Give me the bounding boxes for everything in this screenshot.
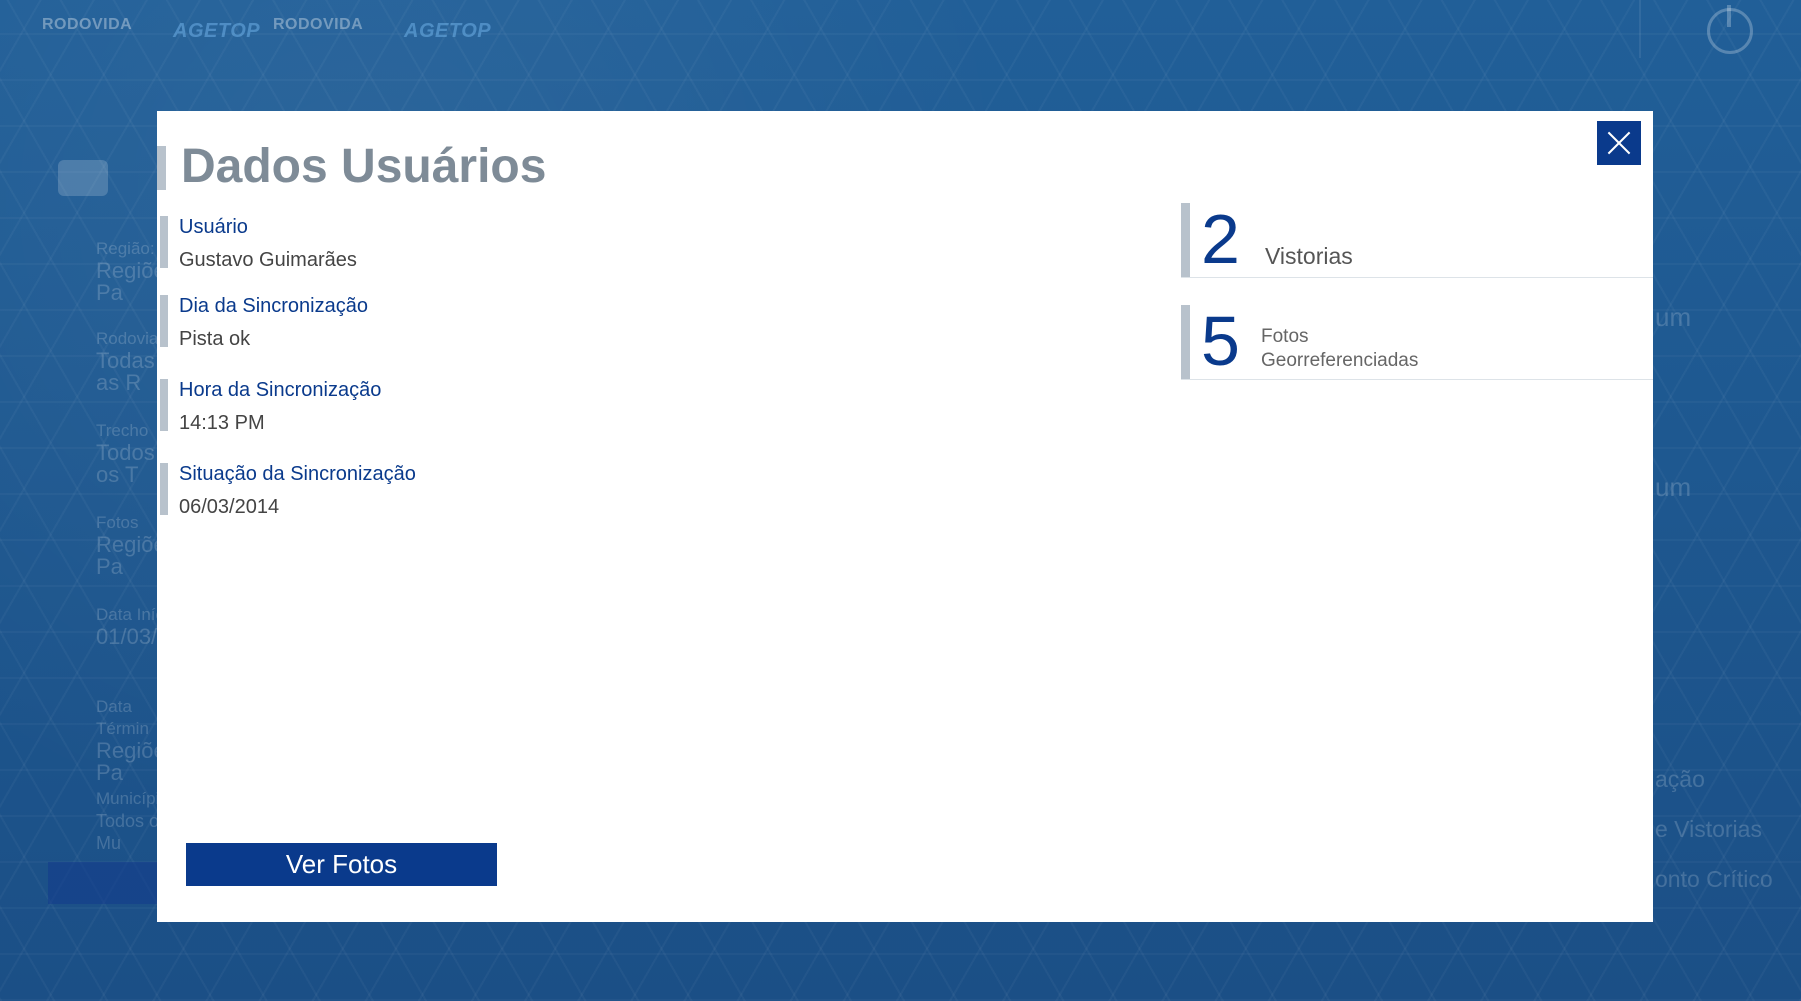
user-data-modal: Dados Usuários Usuário Gustavo Guimarães…	[157, 111, 1653, 922]
rodovida-logo: RODOVIDA	[42, 16, 133, 33]
ver-fotos-button[interactable]: Ver Fotos	[186, 843, 497, 886]
stat-number: 5	[1201, 302, 1240, 380]
stat-accent-bar	[1181, 305, 1190, 379]
field-value: 14:13 PM	[179, 412, 265, 434]
close-icon[interactable]	[1597, 121, 1641, 165]
power-icon[interactable]	[1707, 5, 1753, 54]
field-label: Dia da Sincronização	[179, 295, 368, 317]
field-label: Usuário	[179, 216, 248, 238]
field-value: Gustavo Guimarães	[179, 249, 357, 271]
stat-number: 2	[1201, 200, 1240, 278]
bg-text: um	[1655, 302, 1692, 332]
stat-fotos: 5 Fotos Georreferenciadas	[1181, 302, 1653, 380]
stat-vistorias: 2 Vistorias	[1181, 200, 1653, 278]
top-bar: RODOVIDA AGETOP RODOVIDA AGETOP	[0, 0, 1801, 58]
rodovida-logo: RODOVIDA	[273, 16, 364, 33]
bg-filter-button	[48, 862, 158, 904]
title-accent-bar	[157, 146, 166, 190]
bg-text: um	[1655, 472, 1692, 502]
field-value: 06/03/2014	[179, 496, 280, 518]
field-accent-bar	[160, 216, 168, 268]
field-accent-bar	[160, 379, 168, 431]
field-value: Pista ok	[179, 328, 251, 350]
stat-accent-bar	[1181, 203, 1190, 277]
stat-label: Fotos Georreferenciadas	[1261, 326, 1419, 371]
field-accent-bar	[160, 463, 168, 515]
top-divider	[1639, 0, 1641, 58]
bg-text: e Vistorias	[1655, 816, 1762, 842]
bg-text: ação	[1655, 766, 1705, 792]
agetop-logo: AGETOP	[404, 20, 492, 42]
stat-label: Vistorias	[1265, 243, 1353, 269]
field-accent-bar	[160, 295, 168, 347]
field-label: Hora da Sincronização	[179, 379, 382, 401]
agetop-logo: AGETOP	[173, 20, 261, 42]
bg-text: onto Crítico	[1655, 866, 1773, 892]
field-label: Situação da Sincronização	[179, 463, 416, 485]
modal-title: Dados Usuários	[181, 140, 547, 193]
camera-icon	[58, 160, 108, 196]
